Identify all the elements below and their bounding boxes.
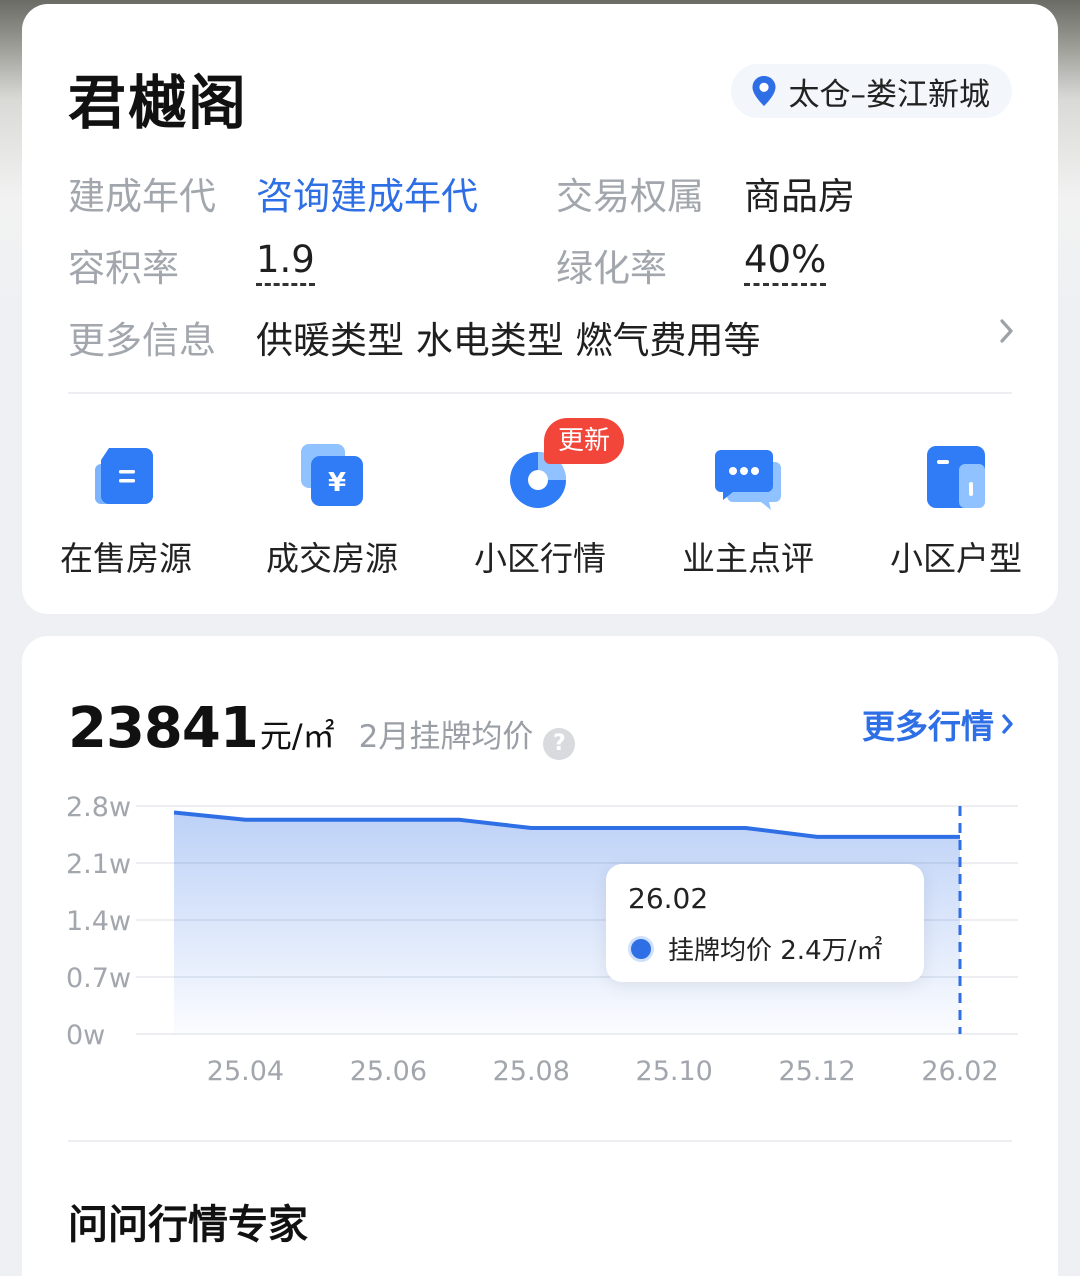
more-market-label: 更多行情 [862,707,994,746]
entry-label: 业主点评 [682,539,814,578]
more-info-value: 供暖类型 水电类型 燃气费用等 [256,319,761,362]
x-tick-label: 25.04 [207,1056,284,1087]
x-tick-label: 25.12 [778,1056,855,1087]
location-pill[interactable]: 太仓–娄江新城 [730,64,1012,118]
price-unit: 元/㎡ [259,717,335,755]
x-tick-label: 25.06 [350,1056,427,1087]
y-tick-label: 2.8w [66,792,131,823]
layout-icon [921,442,991,512]
price-description: 2月挂牌均价 [358,719,534,755]
tooltip-date: 26.02 [628,882,709,915]
review-icon [713,442,783,512]
green-rate-label: 绿化率 [556,247,667,290]
info-row-more[interactable]: 更多信息 供暖类型 水电类型 燃气费用等 [68,310,1018,362]
expert-section-title: 问问行情专家 [68,1202,308,1248]
entry-listing[interactable]: 在售房源 [36,424,216,580]
entry-label: 在售房源 [60,539,192,578]
entry-label: 小区行情 [474,539,606,578]
entry-label: 成交房源 [266,539,398,578]
plot-ratio-value[interactable]: 1.9 [256,238,315,286]
deal-icon: ¥ [297,442,367,512]
divider [68,392,1012,394]
update-badge: 更新 [544,418,625,464]
entry-bar: 在售房源 ¥ 成交房源 小区行情 业主点评 小区户型 [22,424,1058,578]
y-tick-label: 1.4w [66,906,131,937]
ownership-label: 交易权属 [556,175,704,218]
series-dot-icon [628,935,654,962]
location-text: 太仓–娄江新城 [788,76,991,113]
price-row: 23841 元/㎡ 2月挂牌均价 ? [68,696,576,761]
entry-label: 小区户型 [890,539,1022,578]
build-year-link[interactable]: 咨询建成年代 [256,166,478,220]
build-year-label: 建成年代 [68,175,216,218]
x-tick-label: 26.02 [921,1056,998,1087]
y-tick-label: 0.7w [66,963,131,994]
more-info-label: 更多信息 [68,319,216,362]
chevron-right-icon[interactable] [998,316,1016,346]
community-info-card: 君樾阁 太仓–娄江新城 建成年代 咨询建成年代 交易权属 商品房 容积率 1.9… [22,4,1058,614]
divider [68,1140,1012,1142]
entry-deals[interactable]: ¥ 成交房源 [242,424,422,580]
info-row-1: 建成年代 咨询建成年代 交易权属 商品房 [68,166,1018,218]
listing-icon [91,442,161,512]
svg-text:¥: ¥ [328,468,346,498]
location-pin-icon [752,76,775,106]
entry-layouts[interactable]: 小区户型 [866,424,1046,580]
y-tick-label: 2.1w [66,849,131,880]
ownership-value: 商品房 [744,175,855,218]
average-price: 23841 [68,696,259,761]
x-tick-label: 25.08 [493,1056,570,1087]
y-tick-label: 0w [66,1020,105,1051]
tooltip-series-row: 挂牌均价 2.4万/㎡ [628,930,882,967]
price-trend-card: 23841 元/㎡ 2月挂牌均价 ? 更多行情 0w 0.7w 1.4w 2.1w 2.… [22,636,1058,1276]
chevron-right-icon [1002,714,1013,734]
x-tick-label: 25.10 [636,1056,713,1087]
more-market-link[interactable]: 更多行情 [862,700,1016,748]
tooltip-value: 挂牌均价 2.4万/㎡ [668,936,883,966]
green-rate-value[interactable]: 40% [744,238,827,286]
chart-tooltip: 26.02 挂牌均价 2.4万/㎡ [606,864,924,982]
entry-reviews[interactable]: 业主点评 [658,424,838,580]
info-row-2: 容积率 1.9 绿化率 40% [68,238,1018,290]
plot-ratio-label: 容积率 [68,247,179,290]
community-name: 君樾阁 [68,69,249,137]
help-icon[interactable]: ? [543,728,576,760]
